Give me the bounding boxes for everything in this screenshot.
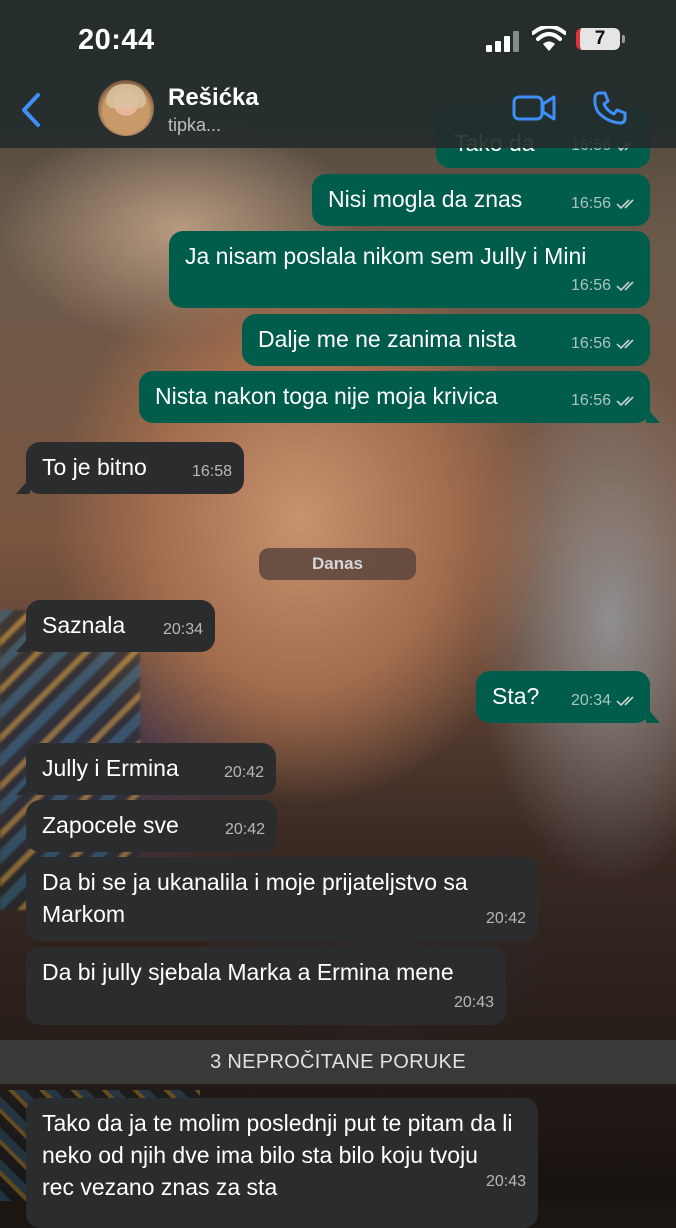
message-time: 20:34 — [162, 621, 203, 638]
message-meta: 20:34 — [163, 614, 203, 646]
status-bar-time: 20:44 — [78, 24, 155, 56]
message-meta: 20:43 — [486, 1166, 526, 1198]
message-text: Nisi mogla da znas — [328, 186, 523, 212]
cellular-signal-icon — [486, 30, 522, 52]
message-text: Dalje me ne zanima nista — [258, 326, 517, 352]
message-bubble[interactable]: Da bi jully sjebala Marka a Ermina mene … — [26, 947, 506, 1025]
avatar[interactable] — [98, 80, 154, 136]
contact-name[interactable]: Rešićka — [168, 84, 259, 112]
chat-header: 20:44 7 Rešićka tipka... — [0, 0, 676, 148]
battery-tip — [622, 35, 625, 43]
message-meta: 20:34 — [571, 685, 638, 717]
wifi-icon — [532, 26, 566, 51]
message-time: 16:56 — [570, 392, 611, 409]
message-text: Zapocele sve — [42, 812, 179, 838]
message-time: 20:43 — [453, 994, 494, 1011]
message-text: Nista nakon toga nije moja krivica — [155, 383, 498, 409]
message-time: 20:42 — [224, 821, 265, 838]
video-call-icon[interactable] — [512, 92, 556, 124]
double-check-icon — [616, 339, 634, 350]
message-text: Saznala — [42, 612, 126, 638]
message-list[interactable]: Tako da 16:56 Nisi mogla da znas 16:56 J… — [0, 0, 676, 1228]
message-bubble[interactable]: Sta? 20:34 — [476, 671, 660, 723]
message-time: 16:56 — [570, 277, 611, 294]
message-meta: 16:58 — [192, 456, 232, 488]
message-bubble[interactable]: Nisi mogla da znas 16:56 — [312, 174, 650, 226]
message-text: Da bi se ja ukanalila i moje prijateljst… — [42, 869, 468, 927]
message-meta: 16:56 — [571, 188, 638, 220]
date-separator: Danas — [259, 548, 416, 580]
message-bubble[interactable]: Nista nakon toga nije moja krivica 16:56 — [139, 371, 660, 423]
message-bubble[interactable]: Ja nisam poslala nikom sem Jully i Mini … — [169, 231, 650, 308]
message-text: To je bitno — [42, 454, 147, 480]
chevron-left-icon[interactable] — [18, 92, 44, 128]
message-bubble[interactable]: To je bitno 16:58 — [16, 442, 244, 494]
message-time: 20:34 — [570, 692, 611, 709]
message-text: Sta? — [492, 683, 540, 709]
message-meta: 16:56 — [571, 385, 638, 417]
message-bubble[interactable]: Da bi se ja ukanalila i moje prijateljst… — [26, 857, 538, 941]
double-check-icon — [616, 199, 634, 210]
message-bubble[interactable]: Dalje me ne zanima nista 16:56 — [242, 314, 650, 366]
message-meta: 20:42 — [486, 903, 526, 935]
message-time: 20:42 — [485, 910, 526, 927]
message-text: Da bi jully sjebala Marka a Ermina mene — [42, 959, 454, 985]
message-time: 16:56 — [570, 335, 611, 352]
phone-icon[interactable] — [592, 90, 628, 126]
double-check-icon — [616, 281, 634, 292]
message-meta: 20:43 — [454, 987, 494, 1019]
message-time: 20:43 — [485, 1173, 526, 1190]
message-time: 16:56 — [570, 195, 611, 212]
double-check-icon — [616, 696, 634, 707]
message-meta: 16:56 — [571, 328, 638, 360]
message-bubble[interactable]: Zapocele sve 20:42 — [26, 800, 277, 852]
message-bubble[interactable]: Jully i Ermina 20:42 — [16, 743, 276, 795]
typing-status: tipka... — [168, 115, 222, 135]
message-meta: 16:56 — [571, 270, 638, 302]
message-meta: 20:42 — [224, 757, 264, 789]
message-time: 16:58 — [191, 463, 232, 480]
message-text: Jully i Ermina — [42, 755, 179, 781]
unread-messages-banner: 3 NEPROČITANE PORUKE — [0, 1040, 676, 1084]
message-text: Tako da ja te molim poslednji put te pit… — [42, 1110, 513, 1200]
message-meta: 20:42 — [225, 814, 265, 846]
message-text: Ja nisam poslala nikom sem Jully i Mini — [185, 243, 587, 269]
message-bubble[interactable]: Saznala 20:34 — [16, 600, 215, 652]
battery-icon: 7 — [576, 28, 620, 50]
double-check-icon — [616, 396, 634, 407]
message-bubble[interactable]: Tako da ja te molim poslednji put te pit… — [26, 1098, 538, 1228]
message-time: 20:42 — [223, 764, 264, 781]
